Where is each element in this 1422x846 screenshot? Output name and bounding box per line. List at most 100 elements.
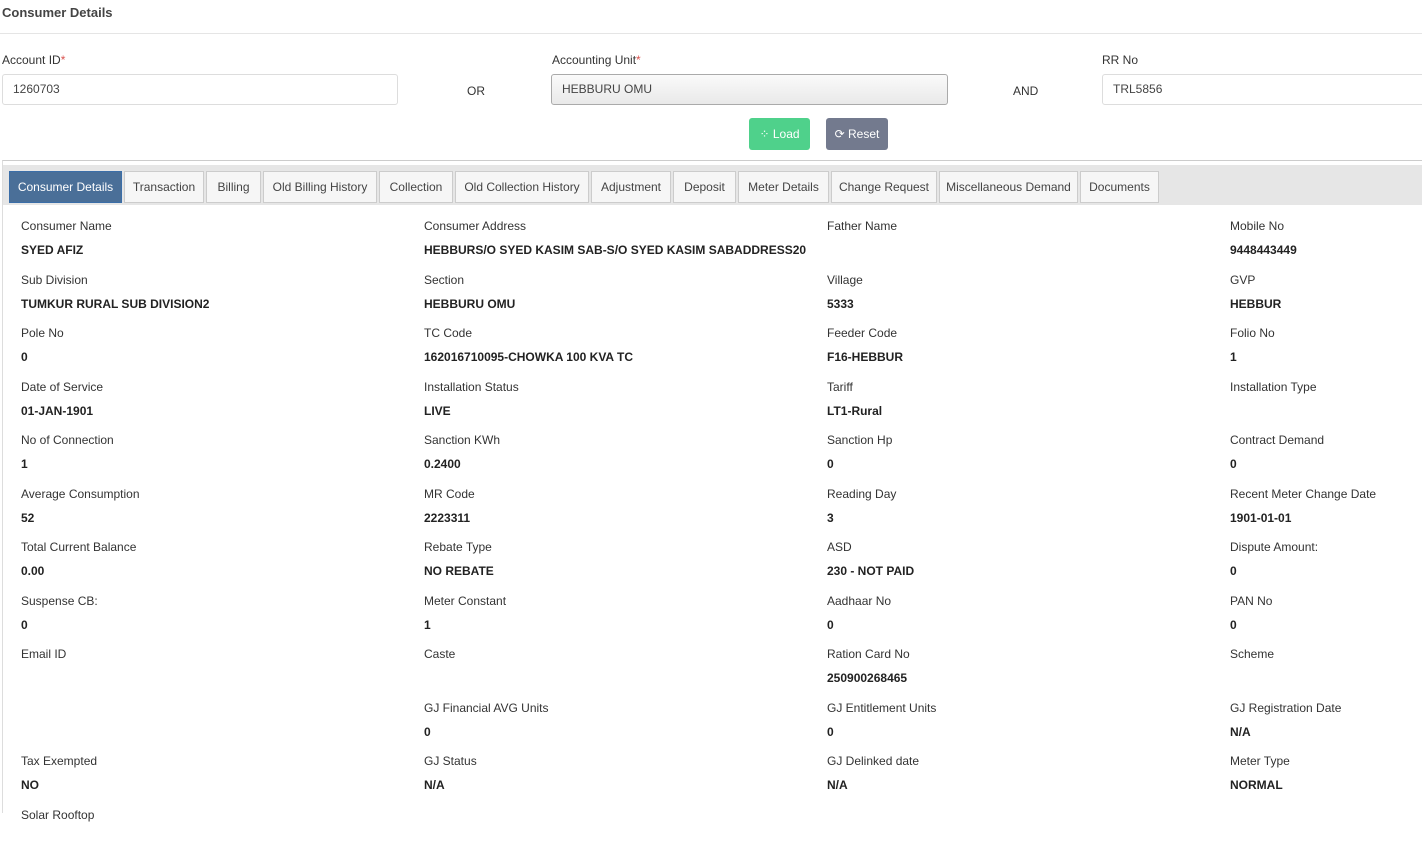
accounting-unit-select[interactable]: HEBBURU OMU — [551, 74, 948, 105]
field-installation-status: Installation Status LIVE — [424, 380, 519, 418]
field-value: 3 — [827, 510, 834, 525]
field-village: Village 5333 — [827, 273, 863, 311]
field-recent-meter-change-date: Recent Meter Change Date 1901-01-01 — [1230, 487, 1376, 525]
field-value: 250900268465 — [827, 671, 908, 685]
field-value: NORMAL — [1230, 778, 1283, 792]
tab-adjustment[interactable]: Adjustment — [591, 171, 671, 203]
field-dispute-amount: Dispute Amount: 0 — [1230, 540, 1318, 578]
field-value: N/A — [1230, 724, 1251, 739]
field-value: HEBBUR — [1230, 296, 1282, 311]
field-sanction-hp: Sanction Hp 0 — [827, 433, 892, 471]
field-suspense-cb: Suspense CB: 0 — [21, 594, 98, 632]
field-scheme: Scheme — [1230, 647, 1274, 685]
field-label: Sanction Hp — [827, 433, 893, 447]
rr-no-input[interactable]: TRL5856 — [1102, 74, 1422, 105]
field-pan-no: PAN No 0 — [1230, 594, 1272, 632]
load-button[interactable]: ⁘ Load — [749, 118, 810, 150]
field-value: HEBBURS/O SYED KASIM SAB-S/O SYED KASIM … — [424, 243, 807, 257]
field-label: Pole No — [21, 326, 64, 340]
tab-old-collection-history[interactable]: Old Collection History — [455, 171, 589, 203]
account-id-input[interactable]: 1260703 — [2, 74, 398, 105]
field-value — [424, 671, 455, 685]
field-value: 0 — [827, 724, 834, 739]
tab-old-billing-history[interactable]: Old Billing History — [263, 171, 377, 203]
field-label: Date of Service — [21, 379, 104, 394]
field-label: Recent Meter Change Date — [1230, 486, 1377, 501]
tab-transaction[interactable]: Transaction — [124, 171, 204, 203]
field-label: Rebate Type — [424, 540, 492, 554]
field-label: No of Connection — [21, 433, 114, 447]
field-label: Mobile No — [1230, 219, 1285, 233]
field-label: Feeder Code — [827, 326, 898, 340]
field-value: 0 — [21, 350, 28, 364]
required-mark: * — [636, 53, 641, 67]
field-label: Ration Card No — [827, 647, 910, 661]
field-value: 52 — [21, 510, 35, 525]
field-label: Folio No — [1230, 326, 1275, 340]
field-sub-division: Sub Division TUMKUR RURAL SUB DIVISION2 — [21, 273, 209, 311]
field-mobile-no: Mobile No 9448443449 — [1230, 219, 1297, 257]
field-value — [21, 671, 66, 685]
field-email-id: Email ID — [21, 647, 66, 685]
field-label: Section — [424, 272, 465, 287]
field-label: Total Current Balance — [21, 540, 137, 554]
field-value — [1230, 671, 1274, 685]
field-tc-code: TC Code 162016710095-CHOWKA 100 KVA TC — [424, 326, 633, 364]
field-label: GVP — [1230, 272, 1256, 287]
field-label: Installation Status — [424, 379, 519, 394]
field-value — [1230, 404, 1317, 418]
reset-label: Reset — [848, 127, 880, 141]
tab-billing[interactable]: Billing — [206, 171, 261, 203]
spinner-icon: ⁘ — [759, 127, 773, 141]
field-value — [21, 832, 94, 846]
field-value: 0 — [827, 617, 834, 632]
field-value: 0 — [827, 457, 834, 471]
required-mark: * — [60, 53, 66, 67]
field-label: Sub Division — [21, 272, 88, 287]
field-label: Average Consumption — [21, 486, 140, 501]
field-label: Sanction KWh — [424, 433, 501, 447]
tab-deposit[interactable]: Deposit — [673, 171, 736, 203]
field-reading-day: Reading Day 3 — [827, 487, 896, 525]
field-meter-type: Meter Type NORMAL — [1230, 754, 1290, 792]
reset-button[interactable]: ⟳ Reset — [826, 118, 888, 150]
field-consumer-address: Consumer Address HEBBURS/O SYED KASIM SAB… — [424, 219, 806, 257]
and-label: AND — [1013, 84, 1039, 98]
field-label: Tariff — [827, 379, 853, 394]
field-value: HEBBURU OMU — [424, 296, 516, 311]
field-label: Village — [827, 272, 863, 287]
tab-documents[interactable]: Documents — [1080, 171, 1159, 203]
account-id-label: Account ID* — [2, 53, 65, 67]
account-id-label-text: Account ID — [2, 53, 61, 67]
field-label: Aadhaar No — [827, 593, 892, 608]
tab-consumer-details[interactable]: Consumer Details — [9, 171, 122, 203]
field-label: GJ Registration Date — [1230, 700, 1342, 715]
tab-miscellaneous-demand[interactable]: Miscellaneous Demand — [939, 171, 1078, 203]
field-value: 1 — [424, 617, 431, 632]
field-value: 5333 — [827, 296, 854, 311]
field-label: Email ID — [21, 647, 67, 661]
field-tariff: Tariff LT1-Rural — [827, 380, 882, 418]
field-label: Tax Exempted — [21, 754, 98, 768]
field-label: Consumer Address — [424, 219, 527, 233]
field-consumer-name: Consumer Name SYED AFIZ — [21, 219, 112, 257]
tab-meter-details[interactable]: Meter Details — [738, 171, 829, 203]
field-label: Contract Demand — [1230, 433, 1325, 447]
accounting-unit-label-text: Accounting Unit — [552, 53, 637, 67]
field-gj-entitlement-units: GJ Entitlement Units 0 — [827, 701, 936, 739]
field-value: SYED AFIZ — [21, 243, 84, 257]
field-aadhaar-no: Aadhaar No 0 — [827, 594, 891, 632]
field-rebate-type: Rebate Type NO REBATE — [424, 540, 494, 578]
field-label: Suspense CB: — [21, 593, 98, 608]
field-label: MR Code — [424, 486, 475, 501]
field-value: F16-HEBBUR — [827, 350, 904, 364]
load-label: Load — [772, 127, 800, 141]
tab-collection[interactable]: Collection — [379, 171, 453, 203]
field-label: PAN No — [1230, 593, 1273, 608]
field-mr-code: MR Code 2223311 — [424, 487, 475, 525]
field-average-consumption: Average Consumption 52 — [21, 487, 140, 525]
field-value: 162016710095-CHOWKA 100 KVA TC — [424, 350, 633, 364]
tab-change-request[interactable]: Change Request — [831, 171, 937, 203]
field-gj-financial-avg-units: GJ Financial AVG Units 0 — [424, 701, 549, 739]
field-label: Installation Type — [1230, 379, 1317, 394]
